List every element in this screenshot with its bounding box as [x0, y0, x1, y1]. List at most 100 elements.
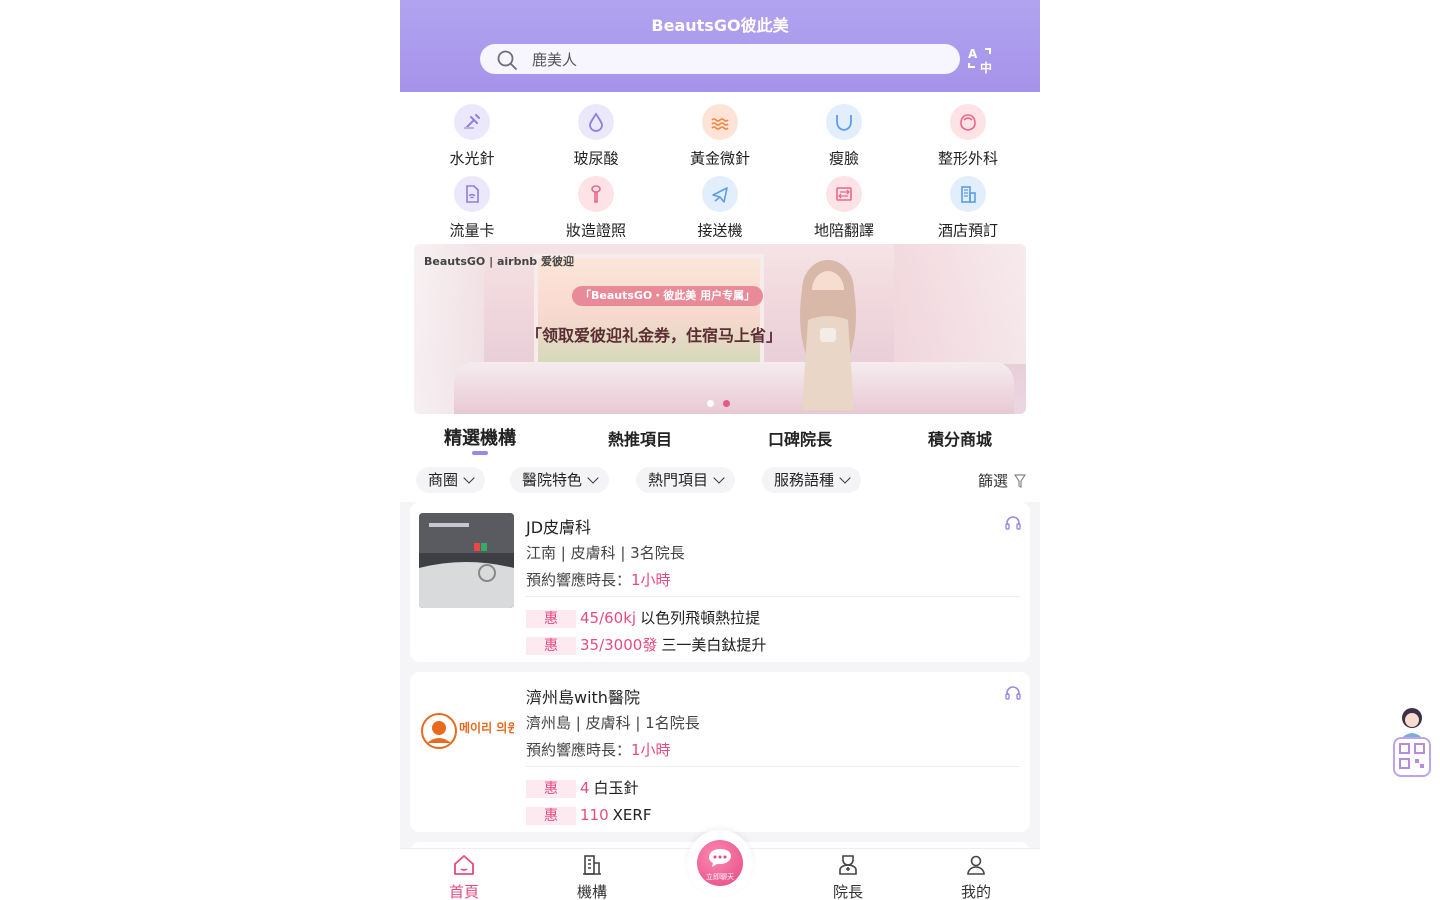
sim-card-icon	[454, 176, 490, 212]
category-label: 瘦臉	[828, 149, 859, 168]
category-item[interactable]: 地陪翻譯	[782, 176, 906, 240]
response-value: 1小時	[631, 571, 671, 589]
category-label: 整形外科	[937, 149, 998, 168]
category-item[interactable]: 瘦臉	[782, 104, 906, 168]
filter-button[interactable]: 篩選	[978, 470, 1027, 491]
category-label: 妝造證照	[565, 221, 626, 240]
banner-bed-illustration	[454, 362, 1014, 414]
category-item[interactable]: 酒店預訂	[906, 176, 1030, 240]
nav-home[interactable]: 首頁	[414, 853, 514, 900]
category-item[interactable]: 黃金微針	[658, 104, 782, 168]
promo-item[interactable]: 惠 110 XERF	[526, 806, 651, 825]
tab-indicator	[472, 451, 488, 455]
category-item[interactable]: 水光針	[410, 104, 534, 168]
category-item[interactable]: 整形外科	[906, 104, 1030, 168]
app-frame: BeautsGO彼此美 A 中 水光針 玻尿酸	[400, 0, 1040, 900]
makeup-brush-icon	[578, 176, 614, 212]
category-label: 玻尿酸	[573, 149, 619, 168]
chat-now-button[interactable]: 立即聊天	[687, 830, 753, 896]
card-divider	[526, 596, 1020, 597]
nav-profile[interactable]: 我的	[926, 853, 1026, 900]
assistant-qr-widget[interactable]	[1390, 704, 1434, 780]
category-label: 黃金微針	[689, 149, 750, 168]
response-value: 1小時	[631, 741, 671, 759]
clinic-card[interactable]: JD皮膚科 江南 | 皮膚科 | 3名院長 預約響應時長：1小時 惠 45/60k…	[410, 502, 1030, 662]
promo-tag: 惠	[526, 610, 576, 628]
promo-price: 45/60kj	[580, 609, 637, 627]
carousel-dot[interactable]	[707, 400, 714, 407]
promo-item[interactable]: 惠 35/3000發 三一美白鈦提升	[526, 636, 767, 655]
category-item[interactable]: 玻尿酸	[534, 104, 658, 168]
filter-chip-hospital-feature[interactable]: 醫院特色	[510, 467, 610, 493]
clinic-meta: 江南 | 皮膚科 | 3名院長	[526, 544, 685, 562]
tab-hot-items[interactable]: 熱推項目	[560, 426, 720, 450]
chat-bubble-icon: 立即聊天	[697, 840, 743, 886]
user-icon	[967, 855, 985, 875]
search-input[interactable]	[532, 50, 932, 70]
face-icon	[950, 104, 986, 140]
carousel-dot-active[interactable]	[723, 400, 730, 407]
banner-carousel[interactable]: BeautsGO | airbnb 爱彼迎 「BeautsGO・彼此美 用户专属…	[400, 244, 1040, 420]
promo-item[interactable]: 惠 45/60kj 以色列飛頓熱拉提	[526, 609, 761, 628]
tab-points-mall[interactable]: 積分商城	[880, 426, 1040, 450]
clinic-meta: 濟州島 | 皮膚科 | 1名院長	[526, 714, 700, 732]
filter-chip-label: 醫院特色	[522, 471, 583, 489]
syringe-icon	[454, 104, 490, 140]
chevron-down-icon	[839, 472, 851, 484]
banner-girl-illustration	[800, 260, 856, 410]
translate-icon[interactable]: A 中	[966, 45, 996, 75]
svg-text:中: 中	[980, 60, 992, 75]
clinic-logo-text: 메이리 의원	[459, 721, 514, 735]
nav-directors[interactable]: 院長	[798, 853, 898, 900]
clinic-logo: 메이리 의원	[419, 683, 514, 778]
filter-chip-service-language[interactable]: 服務語種	[762, 467, 862, 493]
promo-tag: 惠	[526, 780, 576, 798]
airplane-icon	[702, 176, 738, 212]
building-icon	[583, 855, 601, 875]
search-icon	[497, 50, 517, 70]
clinic-card[interactable]: 메이리 의원 濟州島with醫院 濟州島 | 皮膚科 | 1名院長 預約響應時長…	[410, 672, 1030, 832]
response-label: 預約響應時長：	[526, 741, 632, 759]
category-grid: 水光針 玻尿酸 黃金微針 瘦臉 整形外科 流量卡 妝造證照 接送機 地陪翻譯 酒…	[400, 92, 1040, 244]
category-item[interactable]: 接送機	[658, 176, 782, 240]
promo-name: 白玉針	[593, 779, 639, 797]
hotel-icon	[950, 176, 986, 212]
chevron-down-icon	[587, 472, 599, 484]
carousel-dots	[707, 392, 739, 407]
gold-wave-icon	[702, 104, 738, 140]
chevron-down-icon	[713, 472, 725, 484]
headset-icon[interactable]	[1004, 684, 1022, 702]
filter-chip-label: 熱門項目	[648, 471, 709, 489]
clinic-name: 濟州島with醫院	[526, 688, 640, 707]
funnel-icon	[1014, 474, 1027, 488]
search-bar[interactable]	[480, 44, 960, 74]
tab-top-directors[interactable]: 口碑院長	[720, 426, 880, 450]
filter-chip-district[interactable]: 商圈	[416, 467, 486, 493]
category-label: 接送機	[697, 221, 743, 240]
banner-headline: 「领取爱彼迎礼金券，住宿马上省」	[526, 326, 783, 345]
category-item[interactable]: 流量卡	[410, 176, 534, 240]
category-item[interactable]: 妝造證照	[534, 176, 658, 240]
app-title: BeautsGO彼此美	[651, 16, 789, 35]
nav-institutions[interactable]: 機構	[542, 853, 642, 900]
banner-slide[interactable]: BeautsGO | airbnb 爱彼迎 「BeautsGO・彼此美 用户专属…	[414, 244, 1026, 414]
tab-featured-institutions[interactable]: 精選機構	[400, 424, 560, 450]
promo-name: 三一美白鈦提升	[661, 636, 767, 654]
nav-label: 機構	[576, 883, 607, 900]
promo-item[interactable]: 惠 4 白玉針	[526, 779, 639, 798]
response-label: 預約響應時長：	[526, 571, 632, 589]
category-label: 水光針	[449, 149, 495, 168]
headset-icon[interactable]	[1004, 514, 1022, 532]
promo-name: 以色列飛頓熱拉提	[640, 609, 761, 627]
svg-text:A: A	[968, 47, 978, 61]
translate-book-icon	[826, 176, 862, 212]
filter-chip-label: 商圈	[428, 471, 459, 489]
category-label: 地陪翻譯	[813, 221, 874, 240]
doctor-icon	[839, 855, 857, 875]
filter-label: 篩選	[978, 472, 1009, 490]
promo-tag: 惠	[526, 807, 576, 825]
clinic-name: JD皮膚科	[526, 518, 592, 537]
home-icon	[454, 855, 474, 875]
filter-chip-popular-items[interactable]: 熱門項目	[636, 467, 736, 493]
filter-chip-label: 服務語種	[774, 471, 835, 489]
